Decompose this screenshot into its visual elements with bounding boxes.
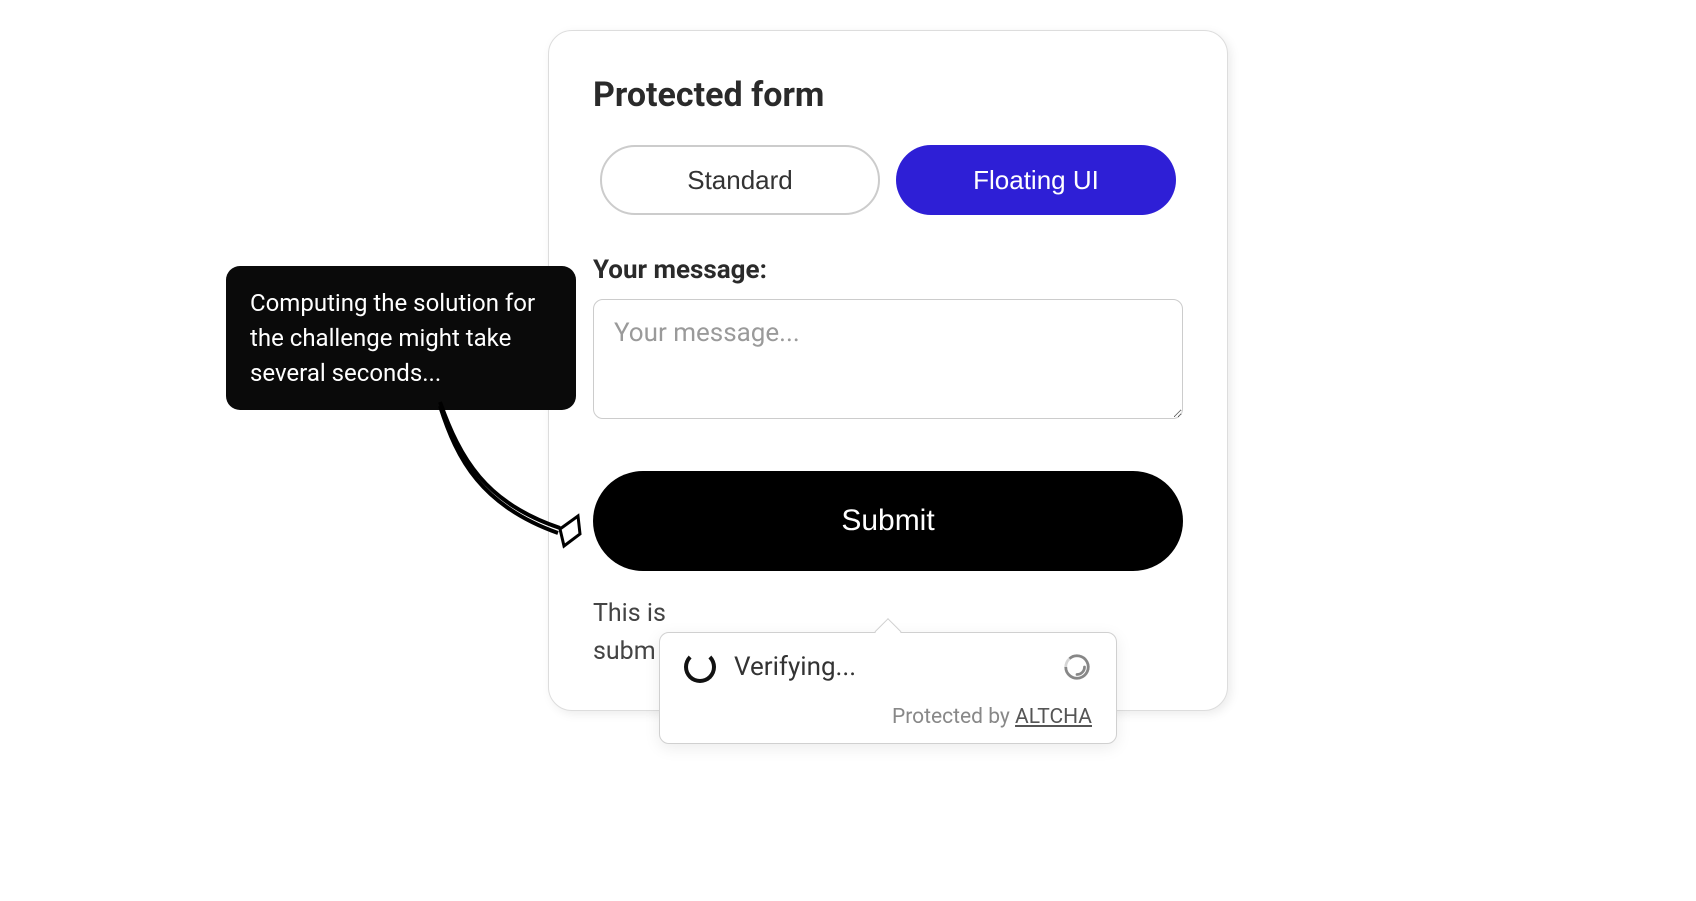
captcha-popover: Verifying... Protected by ALTCHA	[659, 632, 1117, 744]
form-title: Protected form	[593, 75, 1183, 115]
submit-button[interactable]: Submit	[593, 471, 1183, 571]
message-label: Your message:	[593, 255, 1183, 285]
helper-text-line1: This is	[593, 599, 666, 628]
tab-floating-ui[interactable]: Floating UI	[896, 145, 1176, 215]
captcha-brand-link[interactable]: ALTCHA	[1015, 705, 1092, 729]
tab-standard[interactable]: Standard	[600, 145, 880, 215]
captcha-status-text: Verifying...	[734, 652, 856, 682]
message-input[interactable]	[593, 299, 1183, 419]
computing-tooltip: Computing the solution for the challenge…	[226, 266, 576, 410]
captcha-footer: Protected by ALTCHA	[684, 705, 1092, 729]
refresh-icon[interactable]	[1062, 652, 1092, 682]
protected-form-card: Protected form Standard Floating UI Your…	[548, 30, 1228, 711]
spinner-icon	[684, 651, 716, 683]
captcha-left-group: Verifying...	[684, 651, 856, 683]
captcha-main-row: Verifying...	[684, 651, 1092, 683]
tabs-container: Standard Floating UI	[593, 145, 1183, 215]
helper-text-line2: subm	[593, 637, 656, 666]
captcha-footer-prefix: Protected by	[892, 705, 1015, 729]
